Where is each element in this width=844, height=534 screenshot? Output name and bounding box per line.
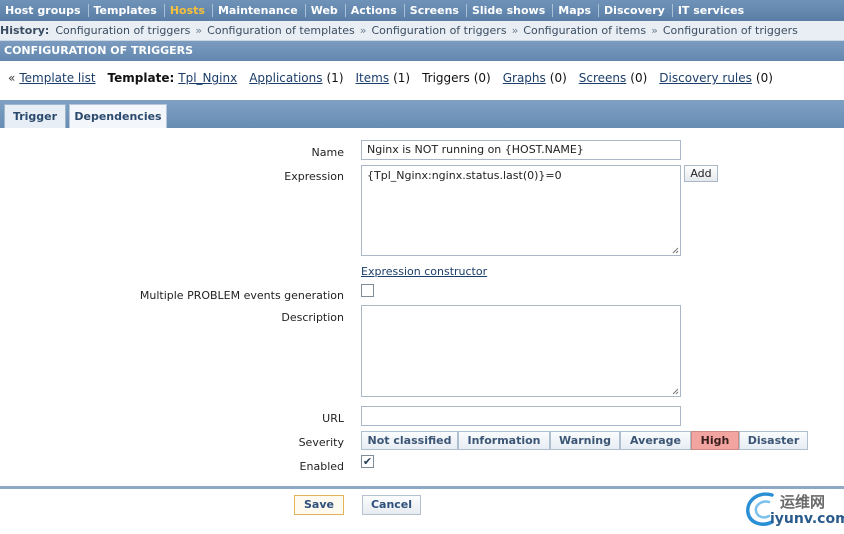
history-separator: » xyxy=(195,24,203,37)
resize-handle-icon[interactable] xyxy=(672,247,679,254)
triggers-count: (0) xyxy=(473,71,491,85)
severity-information[interactable]: Information xyxy=(458,431,550,450)
history-item[interactable]: Configuration of triggers xyxy=(55,24,190,37)
expression-textarea[interactable]: {Tpl_Nginx:nginx.status.last(0)}=0 xyxy=(361,165,681,256)
enabled-label: Enabled xyxy=(299,460,344,473)
save-button[interactable]: Save xyxy=(294,495,344,515)
menu-web[interactable]: Web xyxy=(306,4,346,17)
resize-handle-icon[interactable] xyxy=(672,388,679,395)
items-link[interactable]: Items xyxy=(356,71,390,85)
menu-actions[interactable]: Actions xyxy=(346,4,405,17)
severity-warning[interactable]: Warning xyxy=(550,431,620,450)
discovery-rules-link[interactable]: Discovery rules xyxy=(659,71,752,85)
history-separator: » xyxy=(359,24,367,37)
history-label: History: xyxy=(0,24,50,37)
watermark-chinese: 运维网 xyxy=(780,493,826,511)
template-list-link[interactable]: Template list xyxy=(19,71,95,85)
severity-disaster[interactable]: Disaster xyxy=(739,431,808,450)
cancel-button[interactable]: Cancel xyxy=(362,495,421,515)
checkmark-icon: ✔ xyxy=(362,455,373,468)
history-item[interactable]: Configuration of items xyxy=(523,24,646,37)
menu-it-services[interactable]: IT services xyxy=(673,4,751,17)
graphs-link[interactable]: Graphs xyxy=(503,71,546,85)
graphs-count: (0) xyxy=(549,71,567,85)
applications-count: (1) xyxy=(326,71,344,85)
discovery-rules-count: (0) xyxy=(755,71,773,85)
severity-label: Severity xyxy=(298,436,344,449)
page-title: CONFIGURATION OF TRIGGERS xyxy=(0,41,844,61)
history-item[interactable]: Configuration of triggers xyxy=(371,24,506,37)
items-count: (1) xyxy=(393,71,411,85)
expression-label: Expression xyxy=(284,170,344,183)
tab-bar: Trigger Dependencies xyxy=(0,100,844,128)
menu-host-groups[interactable]: Host groups xyxy=(0,4,89,17)
url-input[interactable] xyxy=(361,406,681,426)
url-label: URL xyxy=(322,412,344,425)
menu-screens[interactable]: Screens xyxy=(405,4,467,17)
add-expression-button[interactable]: Add xyxy=(684,165,718,182)
multiple-events-label: Multiple PROBLEM events generation xyxy=(139,289,344,302)
menu-maps[interactable]: Maps xyxy=(553,4,600,17)
back-marker: « xyxy=(8,71,16,85)
name-input[interactable]: Nginx is NOT running on {HOST.NAME} xyxy=(361,140,681,160)
expression-constructor-link[interactable]: Expression constructor xyxy=(361,265,487,278)
severity-not-classified[interactable]: Not classified xyxy=(361,431,458,450)
form-footer xyxy=(0,489,844,534)
history-item[interactable]: Configuration of templates xyxy=(207,24,355,37)
menu-hosts[interactable]: Hosts xyxy=(165,4,213,17)
menu-templates[interactable]: Templates xyxy=(89,4,165,17)
watermark-domain: iyunv.com xyxy=(770,511,844,527)
tab-trigger[interactable]: Trigger xyxy=(4,104,66,128)
watermark-logo: 运维网 iyunv.com xyxy=(742,487,844,532)
history-separator: » xyxy=(651,24,658,37)
history-breadcrumb: History: Configuration of triggers » Con… xyxy=(0,21,844,41)
tab-dependencies[interactable]: Dependencies xyxy=(69,104,167,128)
severity-high[interactable]: High xyxy=(691,431,739,450)
history-item[interactable]: Configuration of triggers xyxy=(663,24,798,37)
menu-slide-shows[interactable]: Slide shows xyxy=(467,4,554,17)
applications-link[interactable]: Applications xyxy=(249,71,322,85)
description-textarea[interactable] xyxy=(361,305,681,397)
template-navigation: « Template list Template: Tpl_Nginx Appl… xyxy=(0,62,844,94)
template-label: Template: xyxy=(107,71,175,85)
screens-count: (0) xyxy=(630,71,648,85)
enabled-checkbox[interactable]: ✔ xyxy=(361,455,374,468)
template-name-link[interactable]: Tpl_Nginx xyxy=(178,71,237,85)
menu-discovery[interactable]: Discovery xyxy=(599,4,673,17)
screens-link[interactable]: Screens xyxy=(579,71,627,85)
description-label: Description xyxy=(281,311,344,324)
history-separator: » xyxy=(511,24,519,37)
severity-average[interactable]: Average xyxy=(620,431,691,450)
main-menu: Host groups Templates Hosts Maintenance … xyxy=(0,0,844,21)
triggers-label: Triggers xyxy=(422,71,470,85)
name-label: Name xyxy=(311,146,344,159)
multiple-events-checkbox[interactable] xyxy=(361,284,374,297)
menu-maintenance[interactable]: Maintenance xyxy=(213,4,306,17)
